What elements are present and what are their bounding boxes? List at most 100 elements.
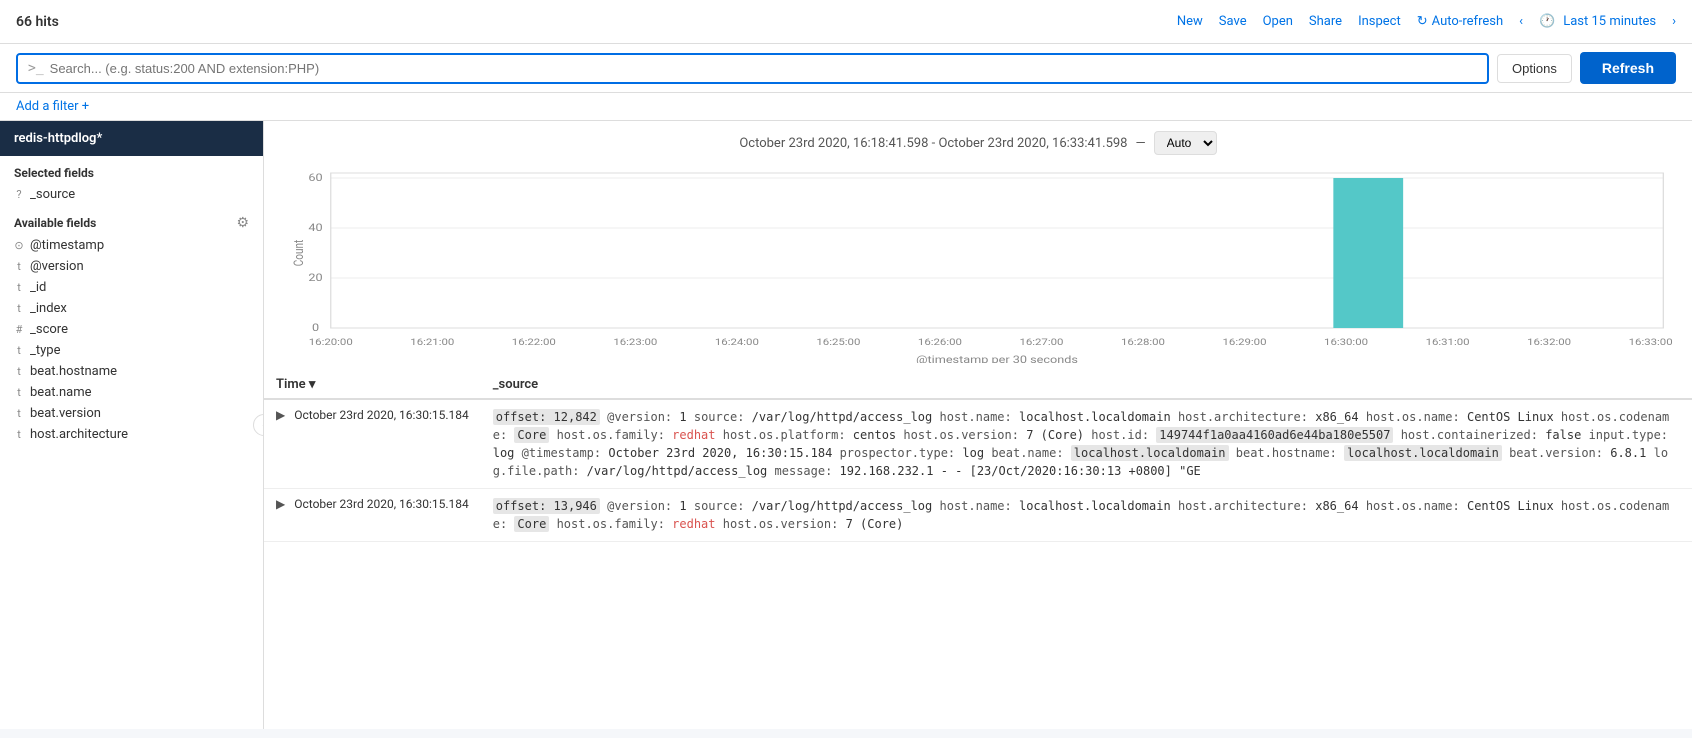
add-filter-button[interactable]: Add a filter + <box>16 99 89 114</box>
svg-text:16:22:00: 16:22:00 <box>512 336 556 347</box>
selected-fields-title: Selected fields <box>0 156 263 184</box>
field-version[interactable]: t @version <box>0 256 263 277</box>
field-score[interactable]: # _score <box>0 319 263 340</box>
nav-save[interactable]: Save <box>1219 14 1247 29</box>
filter-bar: Add a filter + <box>0 93 1692 121</box>
chart-area: October 23rd 2020, 16:18:41.598 - Octobe… <box>264 121 1692 363</box>
svg-text:16:32:00: 16:32:00 <box>1527 336 1571 347</box>
nav-new[interactable]: New <box>1177 14 1203 29</box>
prev-time-arrow[interactable]: ‹ <box>1519 14 1523 29</box>
nav-inspect[interactable]: Inspect <box>1358 14 1401 29</box>
svg-text:16:23:00: 16:23:00 <box>613 336 657 347</box>
field-type-beat-hostname: t <box>14 365 24 378</box>
table-row: ▶ October 23rd 2020, 16:30:15.184 offset… <box>264 489 1692 542</box>
next-time-arrow[interactable]: › <box>1672 14 1676 29</box>
field-type-version: t <box>14 260 24 273</box>
svg-text:@timestamp per 30 seconds: @timestamp per 30 seconds <box>916 353 1078 363</box>
field-name-beat-name: beat.name <box>30 385 92 400</box>
content-area: October 23rd 2020, 16:18:41.598 - Octobe… <box>264 121 1692 729</box>
field-type-timestamp: ⊙ <box>14 239 24 252</box>
table-row: ▶ October 23rd 2020, 16:30:15.184 offset… <box>264 399 1692 489</box>
field-type-score: # <box>14 323 24 336</box>
svg-text:16:27:00: 16:27:00 <box>1019 336 1063 347</box>
svg-text:16:24:00: 16:24:00 <box>715 336 759 347</box>
field-name-index: _index <box>30 301 67 316</box>
field-name-beat-version: beat.version <box>30 406 101 421</box>
gear-icon[interactable]: ⚙ <box>236 215 249 231</box>
field-type-index: t <box>14 302 24 315</box>
sidebar: redis-httpdlog* Selected fields ? _sourc… <box>0 121 264 729</box>
search-prompt: >_ <box>28 61 44 76</box>
field-type-type: t <box>14 344 24 357</box>
field-type-beat-name: t <box>14 386 24 399</box>
field-name-score: _score <box>30 322 68 337</box>
col-time[interactable]: Time ▾ <box>264 371 481 399</box>
svg-text:20: 20 <box>308 271 322 283</box>
field-name-type: _type <box>30 343 60 358</box>
field-name-source: _source <box>30 187 75 202</box>
auto-refresh[interactable]: ↻ Auto-refresh <box>1417 14 1503 29</box>
nav-share[interactable]: Share <box>1309 14 1342 29</box>
time-range-display[interactable]: 🕐 Last 15 minutes <box>1539 14 1656 29</box>
chart-svg: 60 40 20 0 16:20:00 16:21:00 1 <box>280 163 1676 363</box>
time-range-text: October 23rd 2020, 16:18:41.598 - Octobe… <box>739 136 1127 151</box>
chart-interval-select[interactable]: Auto <box>1154 131 1217 155</box>
row-1-source: offset: 12,842 @version: 1 source: /var/… <box>481 399 1692 489</box>
refresh-button[interactable]: Refresh <box>1580 52 1676 84</box>
field-beat-version[interactable]: t beat.version <box>0 403 263 424</box>
field-name-host-architecture: host.architecture <box>30 427 128 442</box>
row-1-time: ▶ October 23rd 2020, 16:30:15.184 <box>264 399 481 489</box>
field-source[interactable]: ? _source <box>0 184 263 205</box>
field-beat-hostname[interactable]: t beat.hostname <box>0 361 263 382</box>
expand-row-2[interactable]: ▶ <box>276 497 285 511</box>
svg-text:16:26:00: 16:26:00 <box>918 336 962 347</box>
available-fields-title: Available fields <box>14 216 96 230</box>
expand-row-1[interactable]: ▶ <box>276 408 285 422</box>
svg-text:16:20:00: 16:20:00 <box>309 336 353 347</box>
field-timestamp[interactable]: ⊙ @timestamp <box>0 235 263 256</box>
search-bar: >_ Options Refresh <box>0 44 1692 93</box>
search-input-wrap[interactable]: >_ <box>16 53 1489 84</box>
main-layout: redis-httpdlog* Selected fields ? _sourc… <box>0 121 1692 729</box>
chart-container: 60 40 20 0 16:20:00 16:21:00 1 <box>280 163 1676 363</box>
field-beat-name[interactable]: t beat.name <box>0 382 263 403</box>
svg-text:60: 60 <box>308 171 322 183</box>
field-type-host-architecture: t <box>14 428 24 441</box>
field-type-id: t <box>14 281 24 294</box>
field-name-timestamp: @timestamp <box>30 238 104 253</box>
svg-text:16:30:00: 16:30:00 <box>1324 336 1368 347</box>
refresh-icon: ↻ <box>1417 14 1428 29</box>
top-nav: New Save Open Share Inspect ↻ Auto-refre… <box>1177 14 1676 29</box>
svg-text:0: 0 <box>312 321 319 333</box>
svg-text:16:28:00: 16:28:00 <box>1121 336 1165 347</box>
hits-count: 66 hits <box>16 14 59 30</box>
col-source: _source <box>481 371 1692 399</box>
field-name-beat-hostname: beat.hostname <box>30 364 117 379</box>
field-id[interactable]: t _id <box>0 277 263 298</box>
field-index[interactable]: t _index <box>0 298 263 319</box>
row-2-source: offset: 13,946 @version: 1 source: /var/… <box>481 489 1692 542</box>
nav-open[interactable]: Open <box>1263 14 1293 29</box>
field-host-architecture[interactable]: t host.architecture <box>0 424 263 445</box>
svg-text:Count: Count <box>291 240 307 267</box>
field-name-id: _id <box>30 280 46 295</box>
svg-text:16:25:00: 16:25:00 <box>816 336 860 347</box>
search-input[interactable] <box>50 61 1477 76</box>
index-name[interactable]: redis-httpdlog* <box>0 121 263 156</box>
field-type[interactable]: t _type <box>0 340 263 361</box>
chart-time-range: October 23rd 2020, 16:18:41.598 - Octobe… <box>280 131 1676 155</box>
time-range-dash: — <box>1136 136 1146 151</box>
svg-text:40: 40 <box>308 221 322 233</box>
svg-text:16:29:00: 16:29:00 <box>1223 336 1267 347</box>
options-button[interactable]: Options <box>1497 54 1572 83</box>
row-2-time: ▶ October 23rd 2020, 16:30:15.184 <box>264 489 481 542</box>
svg-text:16:21:00: 16:21:00 <box>410 336 454 347</box>
field-type-source: ? <box>14 188 24 201</box>
field-name-version: @version <box>30 259 84 274</box>
clock-icon: 🕐 <box>1539 14 1555 29</box>
svg-text:16:31:00: 16:31:00 <box>1426 336 1470 347</box>
results-table: Time ▾ _source ▶ October 23rd 2020, 16:3… <box>264 371 1692 542</box>
field-type-beat-version: t <box>14 407 24 420</box>
top-bar: 66 hits New Save Open Share Inspect ↻ Au… <box>0 0 1692 44</box>
available-fields-header: Available fields ⚙ <box>0 205 263 235</box>
